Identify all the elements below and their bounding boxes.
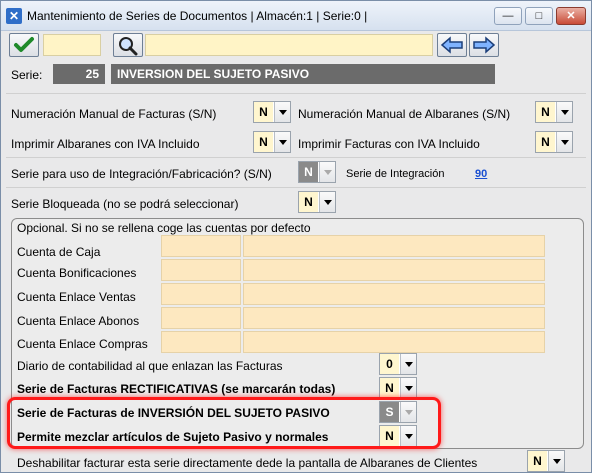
inversion-combo[interactable]: S	[379, 401, 417, 423]
arrow-right-icon	[473, 36, 496, 54]
diario-combo[interactable]: 0	[379, 353, 417, 375]
cuenta-caja-code[interactable]	[161, 235, 241, 257]
bloqueada-label: Serie Bloqueada (no se podrá seleccionar…	[11, 197, 239, 211]
num-manual-facturas-combo[interactable]: N	[253, 101, 291, 123]
chevron-down-icon[interactable]	[274, 132, 290, 152]
combo-value: S	[380, 402, 399, 422]
bloqueada-combo[interactable]: N	[298, 191, 336, 213]
mezclar-combo[interactable]: N	[379, 425, 417, 447]
num-manual-albaranes-label: Numeración Manual de Albaranes (S/N)	[298, 107, 511, 121]
app-icon: ✕	[6, 8, 22, 24]
integracion-combo[interactable]: N	[298, 161, 336, 183]
integracion-label: Serie para uso de Integración/Fabricació…	[11, 167, 272, 181]
cuenta-compras-label: Cuenta Enlace Compras	[17, 337, 148, 351]
cuenta-caja-desc[interactable]	[243, 235, 545, 257]
cuenta-bonificaciones-code[interactable]	[161, 259, 241, 281]
accept-button[interactable]	[9, 33, 39, 57]
imprimir-albaranes-combo[interactable]: N	[253, 131, 291, 153]
combo-value: N	[528, 451, 547, 471]
title-bar: ✕ Mantenimiento de Series de Documentos …	[1, 1, 591, 31]
combo-value: N	[299, 162, 318, 182]
chevron-down-icon[interactable]	[319, 162, 335, 182]
previous-button[interactable]	[437, 33, 467, 57]
chevron-down-icon[interactable]	[319, 192, 335, 212]
serie-number: 25	[53, 64, 105, 84]
chevron-down-icon[interactable]	[548, 451, 564, 471]
serie-integracion-link[interactable]: 90	[475, 168, 487, 180]
combo-value: N	[299, 192, 318, 212]
cuenta-ventas-desc[interactable]	[243, 283, 545, 305]
cuenta-caja-label: Cuenta de Caja	[17, 245, 101, 259]
chevron-down-icon[interactable]	[400, 354, 416, 374]
chevron-down-icon[interactable]	[400, 378, 416, 398]
cuenta-compras-desc[interactable]	[243, 331, 545, 353]
serie-name: INVERSION DEL SUJETO PASIVO	[111, 64, 495, 84]
num-manual-facturas-label: Numeración Manual de Facturas (S/N)	[11, 107, 217, 121]
diario-label: Diario de contabilidad al que enlazan la…	[17, 359, 283, 373]
toolbar	[5, 32, 587, 60]
maximize-button[interactable]: □	[525, 7, 553, 25]
window-title: Mantenimiento de Series de Documentos | …	[27, 9, 368, 23]
imprimir-facturas-combo[interactable]: N	[535, 131, 573, 153]
minimize-button[interactable]: —	[494, 7, 522, 25]
next-button[interactable]	[469, 33, 499, 57]
cuenta-ventas-code[interactable]	[161, 283, 241, 305]
cuenta-abonos-label: Cuenta Enlace Abonos	[17, 314, 140, 328]
num-manual-albaranes-combo[interactable]: N	[535, 101, 573, 123]
rectificativas-combo[interactable]: N	[379, 377, 417, 399]
chevron-down-icon[interactable]	[274, 102, 290, 122]
divider	[6, 157, 586, 158]
divider	[6, 187, 586, 188]
arrow-left-icon	[440, 36, 463, 54]
combo-value: N	[380, 426, 399, 446]
cuenta-ventas-label: Cuenta Enlace Ventas	[17, 290, 136, 304]
combo-value: N	[380, 378, 399, 398]
close-button[interactable]: ✕	[556, 7, 586, 25]
search-button[interactable]	[113, 33, 143, 57]
chevron-down-icon[interactable]	[400, 402, 416, 422]
magnifier-icon	[119, 37, 138, 56]
combo-value: N	[254, 102, 273, 122]
inversion-label: Serie de Facturas de INVERSIÓN DEL SUJET…	[17, 406, 330, 420]
imprimir-albaranes-label: Imprimir Albaranes con IVA Incluido	[11, 137, 200, 151]
cuenta-bonificaciones-desc[interactable]	[243, 259, 545, 281]
checkmark-icon	[14, 37, 34, 52]
deshabilitar-combo[interactable]: N	[527, 450, 565, 472]
mezclar-label: Permite mezclar artículos de Sujeto Pasi…	[17, 430, 329, 444]
code-field[interactable]	[43, 34, 101, 56]
chevron-down-icon[interactable]	[400, 426, 416, 446]
combo-value: 0	[380, 354, 399, 374]
cuenta-abonos-desc[interactable]	[243, 307, 545, 329]
combo-value: N	[536, 132, 555, 152]
deshabilitar-label: Deshabilitar facturar esta serie directa…	[17, 456, 478, 470]
rectificativas-label: Serie de Facturas RECTIFICATIVAS (se mar…	[17, 382, 336, 396]
cuenta-abonos-code[interactable]	[161, 307, 241, 329]
divider	[6, 93, 586, 94]
imprimir-facturas-label: Imprimir Facturas con IVA Incluido	[298, 137, 480, 151]
serie-integracion-label: Serie de Integración	[346, 168, 445, 180]
chevron-down-icon[interactable]	[556, 102, 572, 122]
chevron-down-icon[interactable]	[556, 132, 572, 152]
serie-label: Serie:	[11, 68, 43, 82]
combo-value: N	[536, 102, 555, 122]
cuenta-bonificaciones-label: Cuenta Bonificaciones	[17, 266, 137, 280]
cuentas-header: Opcional. Si no se rellena coge las cuen…	[17, 221, 311, 235]
cuenta-compras-code[interactable]	[161, 331, 241, 353]
window: ✕ Mantenimiento de Series de Documentos …	[0, 0, 592, 473]
combo-value: N	[254, 132, 273, 152]
search-input[interactable]	[145, 34, 433, 56]
